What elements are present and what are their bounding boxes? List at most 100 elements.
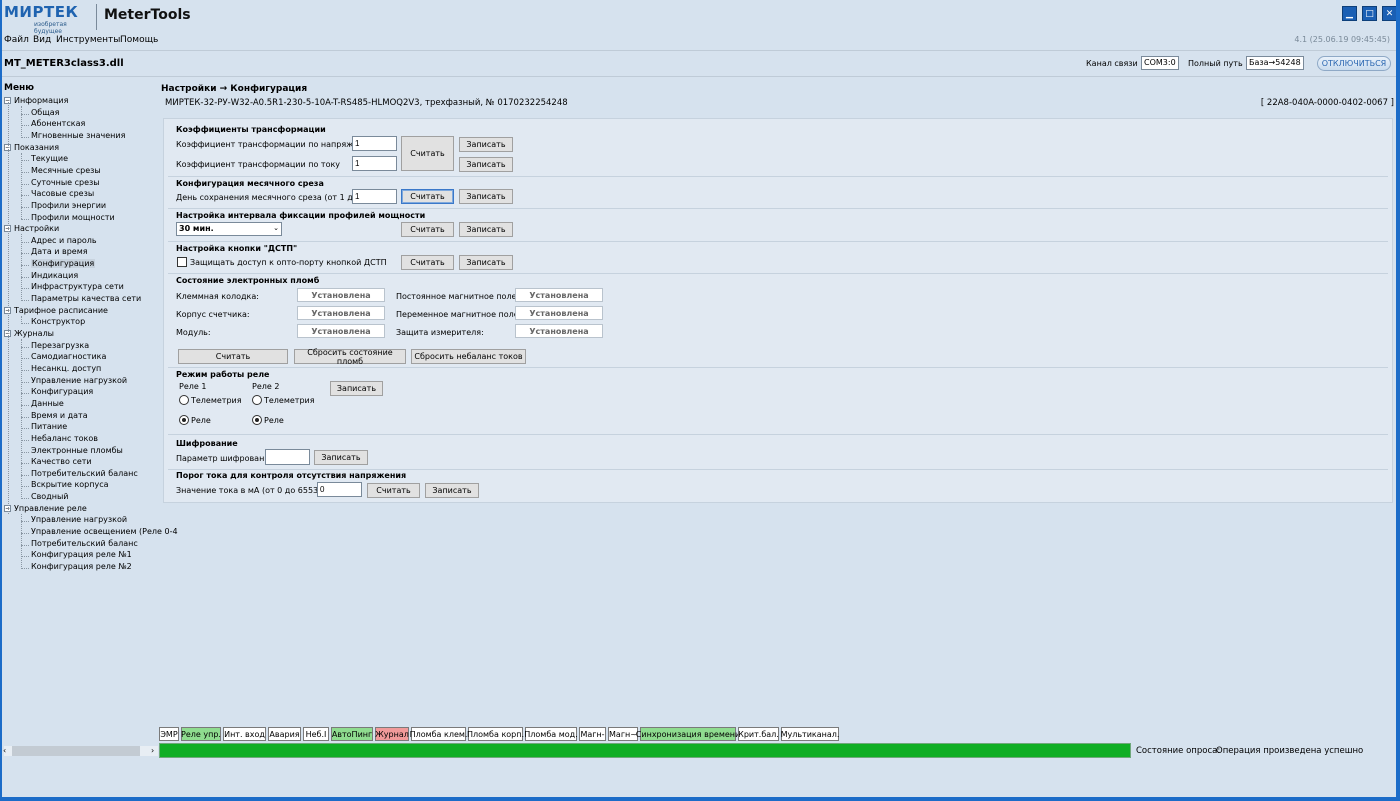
dstp-checkbox[interactable] — [177, 257, 187, 267]
current-write-button[interactable]: Записать — [459, 157, 513, 172]
sidebar-item[interactable]: Перезагрузка — [31, 341, 89, 350]
interval-select[interactable]: 30 мин. ⌄ — [176, 222, 282, 236]
section-title-threshold: Порог тока для контроля отсутствия напря… — [176, 471, 407, 480]
tree-connector — [21, 300, 29, 302]
close-button[interactable]: ✕ — [1382, 6, 1397, 21]
sidebar-item[interactable]: Абонентская — [31, 119, 85, 128]
sidebar-item[interactable]: Несанкц. доступ — [31, 364, 101, 373]
seals-read-button[interactable]: Считать — [178, 349, 288, 364]
dstp-write-button[interactable]: Записать — [459, 255, 513, 270]
threshold-read-button[interactable]: Считать — [367, 483, 420, 498]
minimize-button[interactable]: ▁ — [1342, 6, 1357, 21]
sidebar-item[interactable]: Потребительский баланс — [31, 469, 138, 478]
cipher-param-input[interactable] — [265, 449, 310, 465]
trans-read-button[interactable]: Считать — [401, 136, 454, 171]
tree-connector — [21, 136, 29, 138]
sidebar-group[interactable]: − Журналы — [4, 329, 54, 338]
sidebar-scrollbar-thumb[interactable] — [12, 746, 140, 756]
sidebar-item[interactable]: Качество сети — [31, 457, 92, 466]
channel-label: Канал связи — [1086, 59, 1138, 68]
sidebar-group[interactable]: − Информация — [4, 96, 68, 105]
sidebar-item[interactable]: Мгновенные значения — [31, 131, 125, 140]
sidebar-item[interactable]: Управление нагрузкой — [31, 376, 127, 385]
sidebar-item[interactable]: Конфигурация — [31, 259, 96, 269]
disconnect-button[interactable]: ОТКЛЮЧИТЬСЯ — [1317, 56, 1391, 71]
menu-tools[interactable]: Инструменты — [56, 35, 120, 45]
separator — [168, 469, 1388, 470]
sidebar-item[interactable]: Сводный — [31, 492, 68, 501]
chevron-down-icon: ⌄ — [273, 224, 279, 232]
threshold-write-button[interactable]: Записать — [425, 483, 479, 498]
monthly-read-button[interactable]: Считать — [401, 189, 454, 204]
sidebar-item[interactable]: Небаланс токов — [31, 434, 98, 443]
sidebar-item[interactable]: Дата и время — [31, 247, 88, 256]
relay2-telemetry-radio[interactable] — [252, 395, 262, 405]
reset-seals-button[interactable]: Сбросить состояние пломб — [294, 348, 406, 366]
tree-connector — [21, 568, 29, 569]
sidebar-item[interactable]: Адрес и пароль — [31, 236, 97, 245]
sidebar-item[interactable]: Профили энергии — [31, 201, 106, 210]
relay2-relay-radio[interactable] — [252, 415, 262, 425]
threshold-input[interactable] — [317, 482, 362, 497]
cipher-write-button[interactable]: Записать — [314, 450, 368, 465]
sidebar-item[interactable]: Потребительский баланс — [31, 539, 138, 548]
sidebar-group[interactable]: − Тарифное расписание — [4, 306, 108, 315]
sidebar-item[interactable]: Профили мощности — [31, 213, 115, 222]
sidebar-item[interactable]: Конструктор — [31, 317, 85, 326]
sidebar-item[interactable]: Индикация — [31, 271, 78, 280]
breadcrumb: Настройки → Конфигурация — [161, 84, 308, 94]
relay2-relay-label: Реле — [264, 416, 284, 425]
sidebar-group[interactable]: − Управление реле — [4, 504, 87, 513]
sidebar-group-label: Настройки — [14, 224, 60, 234]
sidebar-item[interactable]: Управление нагрузкой — [31, 515, 127, 524]
sidebar-group[interactable]: − Настройки — [4, 224, 59, 233]
sidebar-item[interactable]: Управление освещением (Реле 0-4 — [31, 527, 178, 536]
tree-connector — [21, 183, 29, 185]
tree-connector — [21, 315, 22, 325]
sidebar-item[interactable]: Самодиагностика — [31, 352, 106, 361]
voltage-coef-input[interactable] — [352, 136, 397, 151]
scroll-left-icon[interactable]: ‹ — [3, 746, 6, 755]
current-coef-input[interactable] — [352, 156, 397, 171]
path-field[interactable]: База→54248 — [1246, 56, 1304, 70]
sidebar-group[interactable]: − Показания — [4, 143, 59, 152]
dstp-read-button[interactable]: Считать — [401, 255, 454, 270]
sidebar-item[interactable]: Вскрытие корпуса — [31, 480, 109, 489]
relay1-relay-radio[interactable] — [179, 415, 189, 425]
sidebar-item[interactable]: Текущие — [31, 154, 68, 163]
section-title-transformation: Коэффициенты трансформации — [176, 125, 326, 134]
menu-view[interactable]: Вид — [33, 35, 51, 45]
scroll-right-icon[interactable]: › — [151, 746, 154, 755]
sidebar-item[interactable]: Инфраструктура сети — [31, 282, 124, 291]
sidebar-item[interactable]: Время и дата — [31, 411, 88, 420]
tree-connector — [21, 113, 29, 115]
sidebar-item[interactable]: Общая — [31, 108, 59, 117]
sidebar-item[interactable]: Данные — [31, 399, 64, 408]
title-bar — [0, 0, 1400, 32]
interval-write-button[interactable]: Записать — [459, 222, 513, 237]
monthly-write-button[interactable]: Записать — [459, 189, 513, 204]
sidebar-group-label: Тарифное расписание — [14, 305, 108, 315]
maximize-button[interactable]: □ — [1362, 6, 1377, 21]
sidebar-item[interactable]: Конфигурация реле №1 — [31, 550, 132, 559]
sidebar-item[interactable]: Электронные пломбы — [31, 446, 123, 455]
reset-imbalance-button[interactable]: Сбросить небаланс токов — [411, 349, 526, 364]
sidebar-item[interactable]: Часовые срезы — [31, 189, 94, 198]
sidebar-item[interactable]: Месячные срезы — [31, 166, 101, 175]
relay2-telemetry-label: Телеметрия — [264, 396, 315, 405]
monthly-day-input[interactable] — [352, 189, 397, 204]
sidebar-item[interactable]: Суточные срезы — [31, 178, 100, 187]
channel-field[interactable]: COM3:0 — [1141, 56, 1179, 70]
relay1-telemetry-radio[interactable] — [179, 395, 189, 405]
sidebar-item[interactable]: Параметры качества сети — [31, 294, 141, 303]
sidebar-item[interactable]: Питание — [31, 422, 67, 431]
poll-status-label: Состояние опроса: — [1136, 746, 1221, 756]
interval-read-button[interactable]: Считать — [401, 222, 454, 237]
status-chip: ЭМР — [159, 727, 179, 741]
menu-help[interactable]: Помощь — [120, 35, 158, 45]
sidebar-item[interactable]: Конфигурация реле №2 — [31, 562, 132, 571]
menu-file[interactable]: Файл — [4, 35, 29, 45]
relay-write-button[interactable]: Записать — [330, 381, 383, 396]
sidebar-item[interactable]: Конфигурация — [31, 387, 93, 396]
voltage-write-button[interactable]: Записать — [459, 137, 513, 152]
